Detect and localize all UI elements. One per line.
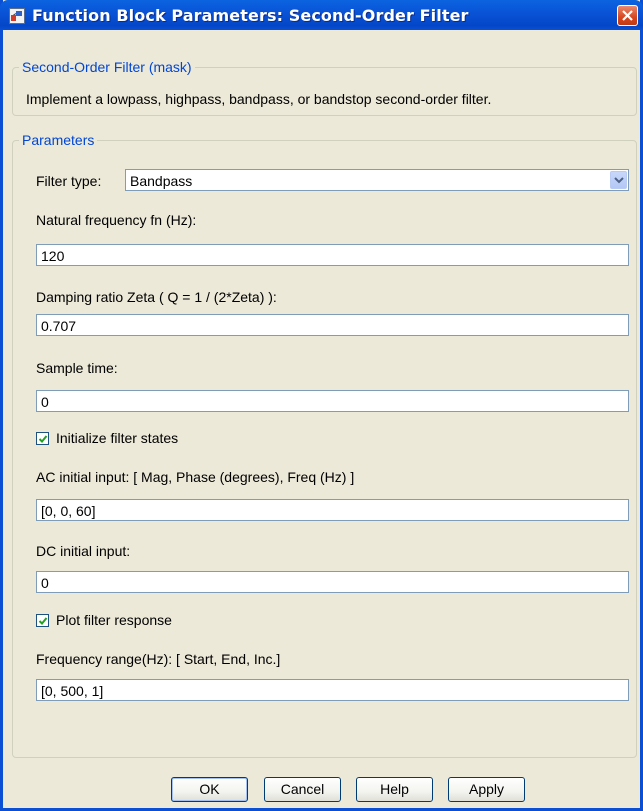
dialog-window: Function Block Parameters: Second-Order … [0, 0, 643, 811]
initialize-states-checkbox[interactable] [36, 432, 49, 445]
mask-legend: Second-Order Filter (mask) [19, 59, 195, 75]
checkmark-icon [38, 435, 48, 443]
damping-ratio-label: Damping ratio Zeta ( Q = 1 / (2*Zeta) ): [36, 289, 277, 305]
natural-frequency-field[interactable]: 120 [36, 244, 629, 266]
filter-type-value: Bandpass [130, 173, 193, 189]
close-icon [622, 10, 633, 21]
damping-ratio-field[interactable]: 0.707 [36, 314, 629, 336]
filter-type-label: Filter type: [36, 173, 102, 189]
plot-response-label[interactable]: Plot filter response [56, 612, 172, 628]
simulink-block-icon [9, 8, 25, 24]
sample-time-label: Sample time: [36, 360, 118, 376]
dc-initial-input-label: DC initial input: [36, 543, 131, 559]
title-bar[interactable]: Function Block Parameters: Second-Order … [0, 0, 643, 30]
cancel-button[interactable]: Cancel [264, 777, 341, 802]
natural-frequency-label: Natural frequency fn (Hz): [36, 212, 197, 228]
frequency-range-label: Frequency range(Hz): [ Start, End, Inc.] [36, 651, 281, 667]
dc-initial-input-field[interactable]: 0 [36, 571, 629, 593]
apply-button[interactable]: Apply [448, 777, 525, 802]
mask-description: Implement a lowpass, highpass, bandpass,… [26, 91, 492, 107]
filter-type-dropdown[interactable]: Bandpass [125, 169, 629, 191]
ok-button[interactable]: OK [171, 777, 248, 802]
close-button[interactable] [617, 5, 638, 26]
plot-response-checkbox[interactable] [36, 614, 49, 627]
parameters-legend: Parameters [19, 132, 98, 148]
checkmark-icon [38, 617, 48, 625]
dropdown-button[interactable] [610, 171, 627, 189]
mask-group: Second-Order Filter (mask) Implement a l… [12, 59, 637, 116]
chevron-down-icon [614, 177, 624, 184]
frequency-range-field[interactable]: [0, 500, 1] [36, 679, 629, 701]
ac-initial-input-label: AC initial input: [ Mag, Phase (degrees)… [36, 469, 355, 485]
sample-time-field[interactable]: 0 [36, 390, 629, 412]
initialize-states-label[interactable]: Initialize filter states [56, 430, 178, 446]
help-button[interactable]: Help [356, 777, 433, 802]
window-title: Function Block Parameters: Second-Order … [32, 6, 469, 25]
ac-initial-input-field[interactable]: [0, 0, 60] [36, 499, 629, 521]
